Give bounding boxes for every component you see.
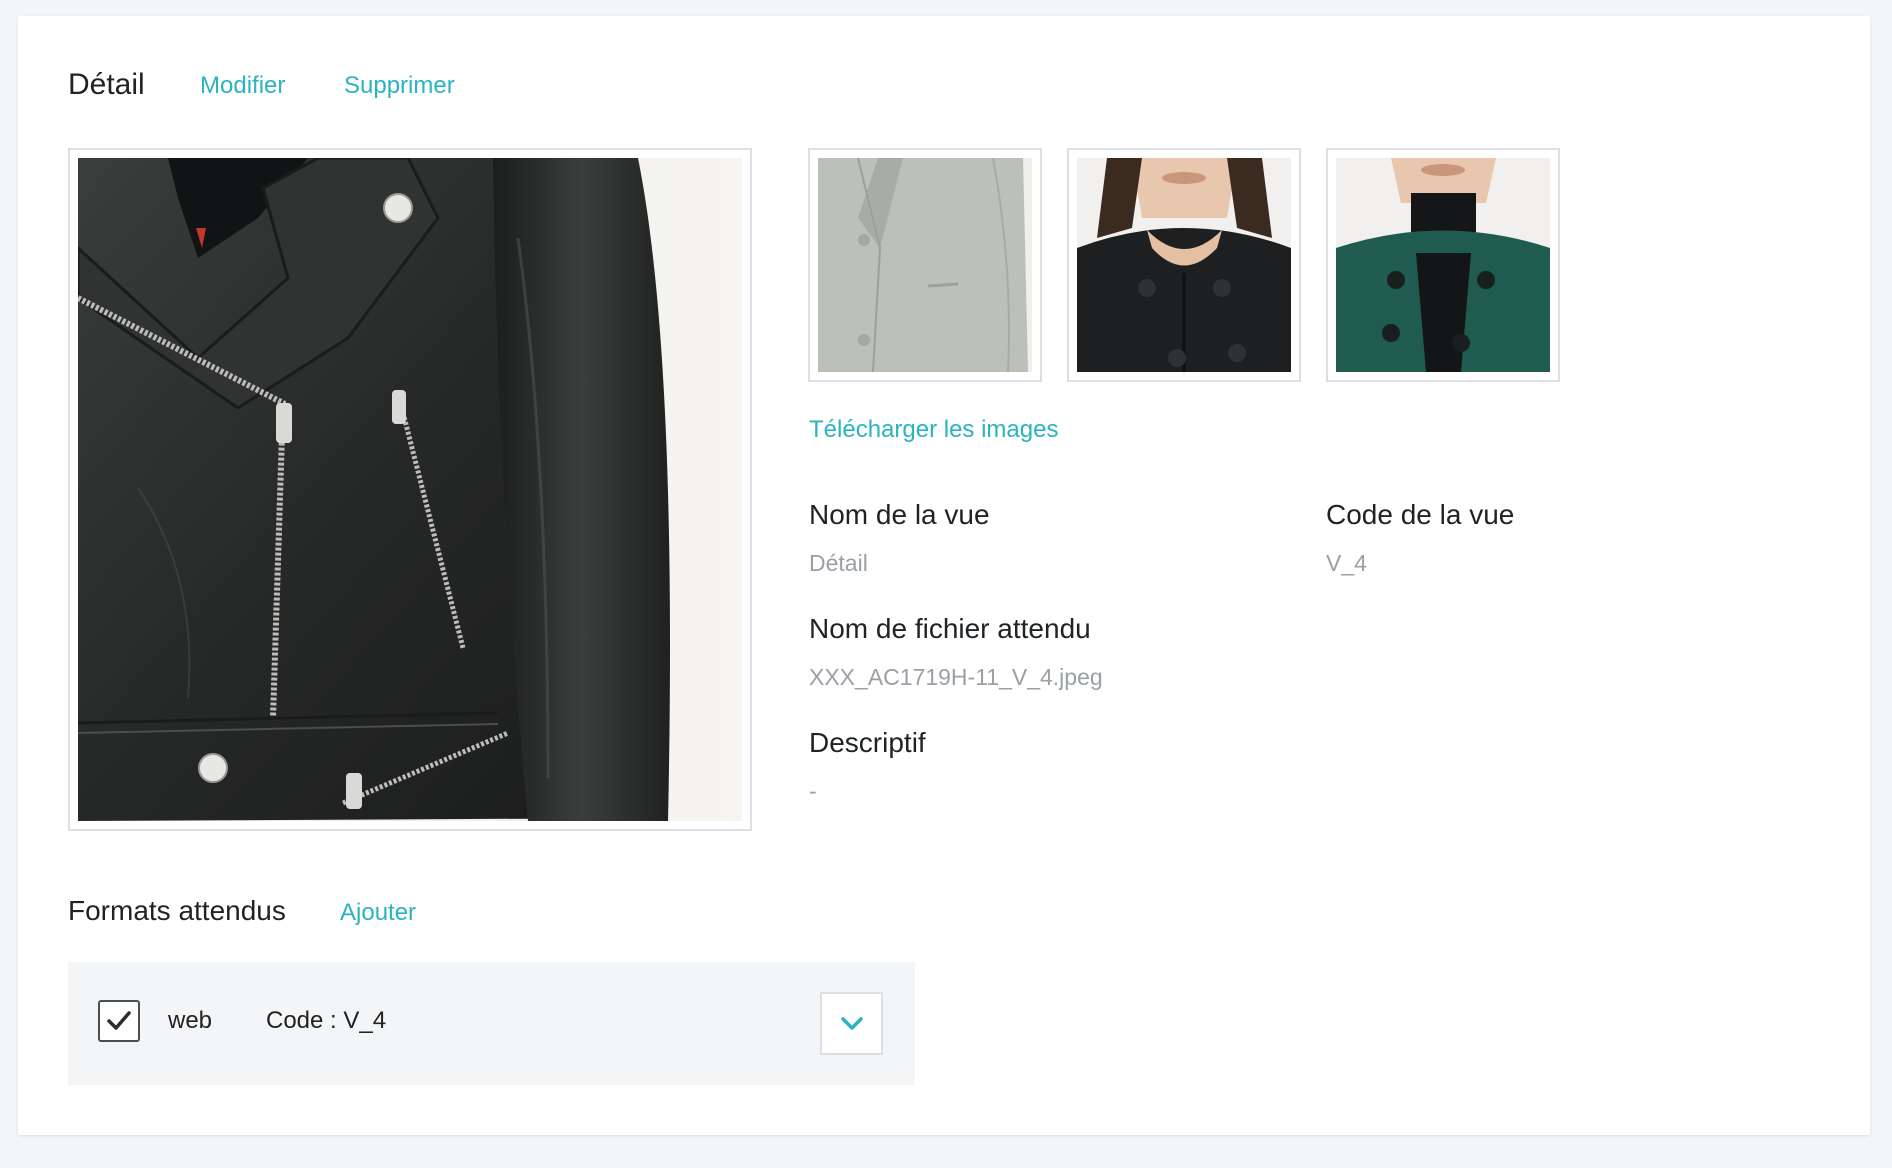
format-code: Code : V_4	[266, 1007, 387, 1034]
main-photo-image	[78, 158, 742, 821]
detail-card: Détail Modifier Supprimer Télécharger le…	[18, 16, 1870, 1135]
description-value: -	[809, 778, 817, 804]
format-expand-button[interactable]	[820, 992, 883, 1055]
view-name-value: Détail	[809, 550, 868, 576]
view-code-value: V_4	[1326, 550, 1367, 576]
format-name: web	[168, 1007, 213, 1034]
view-name-label: Nom de la vue	[809, 499, 990, 530]
thumbnail-2[interactable]	[1067, 148, 1301, 382]
view-code-label: Code de la vue	[1326, 499, 1515, 530]
delete-link[interactable]: Supprimer	[344, 72, 455, 100]
add-format-link[interactable]: Ajouter	[340, 899, 416, 927]
check-icon	[107, 1011, 131, 1030]
format-row: web Code : V_4	[68, 962, 915, 1085]
thumbnail-1[interactable]	[808, 148, 1042, 382]
thumbnail-3[interactable]	[1326, 148, 1560, 382]
download-images-link[interactable]: Télécharger les images	[809, 416, 1058, 444]
thumbnail-image	[1077, 158, 1291, 372]
description-label: Descriptif	[809, 727, 926, 758]
main-photo[interactable]	[68, 148, 752, 831]
formats-title: Formats attendus	[68, 895, 286, 926]
expected-file-name-value: XXX_AC1719H-11_V_4.jpeg	[809, 664, 1103, 690]
chevron-down-icon	[841, 1017, 863, 1030]
page-title: Détail	[68, 68, 145, 101]
format-checkbox[interactable]	[98, 1000, 140, 1042]
thumbnail-image	[818, 158, 1032, 372]
edit-link[interactable]: Modifier	[200, 72, 285, 100]
thumbnail-image	[1336, 158, 1550, 372]
expected-file-name-label: Nom de fichier attendu	[809, 613, 1091, 644]
